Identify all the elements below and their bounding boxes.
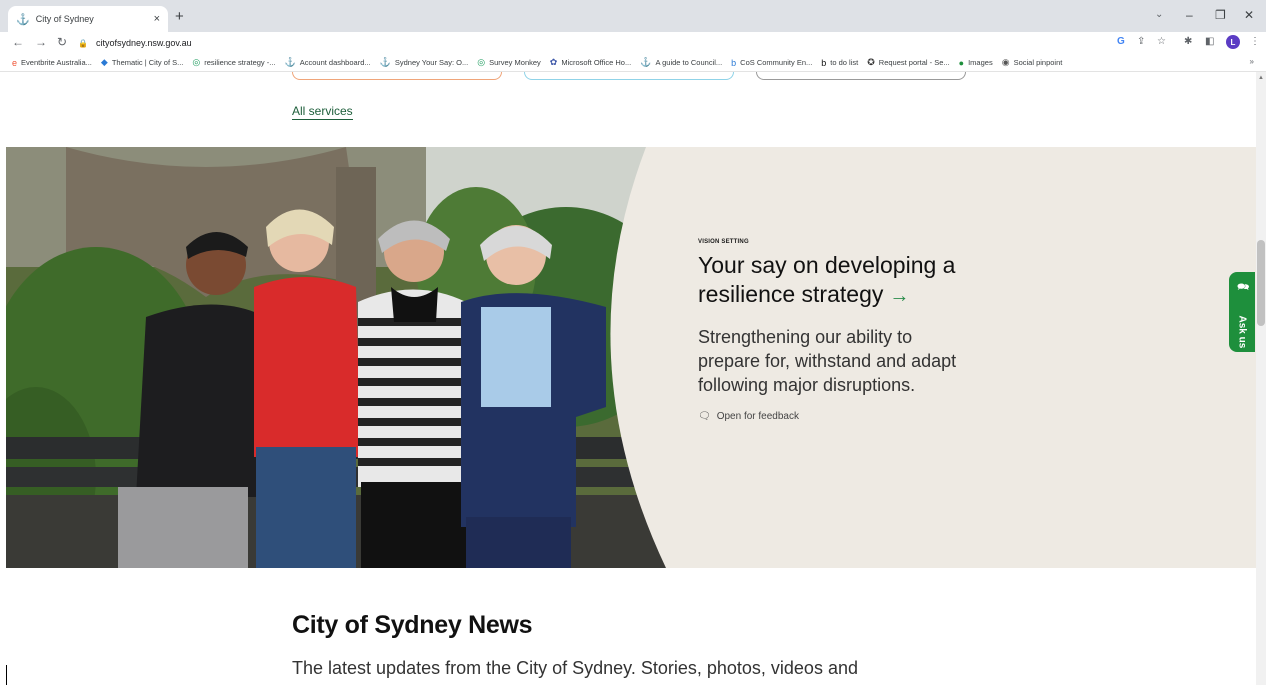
service-card[interactable] — [756, 72, 966, 80]
bookmark-item[interactable]: ◉ Social pinpoint — [1002, 57, 1063, 68]
address-bar[interactable]: 🔒 cityofsydney.nsw.gov.au — [78, 34, 1103, 52]
bookmark-item[interactable]: ⚓ A guide to Council... — [640, 57, 722, 68]
browser-tab[interactable]: ⚓ City of Sydney × — [8, 6, 168, 32]
lock-icon: 🔒 — [78, 38, 88, 48]
all-services-link[interactable]: All services — [292, 104, 353, 120]
hero-photo — [6, 147, 686, 568]
share-icon[interactable]: ⇪ — [1137, 36, 1145, 47]
star-icon[interactable]: ☆ — [1157, 36, 1166, 47]
hero-description: Strengthening our ability to prepare for… — [698, 327, 957, 395]
ask-us-label: Ask us — [1236, 315, 1248, 349]
bookmark-label: to do list — [830, 58, 859, 67]
anchor-icon: ⚓ — [640, 57, 652, 67]
bookmark-label: Social pinpoint — [1013, 58, 1063, 67]
bookmark-label: Survey Monkey — [489, 58, 541, 67]
feedback-status-label: Open for feedback — [716, 411, 799, 422]
hero-banner[interactable]: VISION SETTING Your say on developing a … — [6, 147, 1256, 568]
survey-icon: ◎ — [192, 57, 201, 67]
hero-title[interactable]: Your say on developing a resilience stra… — [698, 252, 955, 307]
thematic-icon: ◆ — [100, 57, 108, 67]
reload-icon[interactable]: ↻ — [57, 35, 67, 49]
bookmark-item[interactable]: ✪ Request portal - Se... — [867, 57, 949, 68]
bookmark-item[interactable]: b CoS Community En... — [731, 58, 812, 68]
award-icon: ✪ — [867, 57, 875, 67]
new-tab-button[interactable]: + — [175, 8, 184, 25]
text-cursor — [6, 665, 7, 685]
bookmark-item[interactable]: ◎ Survey Monkey — [477, 57, 541, 68]
bookmark-label: CoS Community En... — [740, 58, 813, 67]
menu-icon[interactable]: ⋮ — [1250, 36, 1260, 47]
restore-icon[interactable]: ❐ — [1215, 8, 1226, 22]
bookmark-item[interactable]: ⚓ Sydney Your Say: O... — [380, 57, 469, 68]
news-section-description: The latest updates from the City of Sydn… — [292, 658, 858, 678]
bookmark-item[interactable]: ◆ Thematic | City of S... — [101, 57, 183, 68]
bookmark-item[interactable]: ✿ Microsoft Office Ho... — [550, 57, 631, 68]
bookmark-item[interactable]: b to do list — [821, 58, 858, 68]
bookmark-label: Request portal - Se... — [878, 58, 950, 67]
bookmark-label: Account dashboard... — [299, 58, 371, 67]
bookmarks-overflow-icon[interactable]: » — [1250, 57, 1254, 66]
bookmark-item[interactable]: ◎ resilience strategy -... — [192, 57, 275, 68]
chat-icon: 🗪 — [1237, 282, 1250, 293]
bookmark-label: A guide to Council... — [655, 58, 723, 67]
bookmark-item[interactable]: ⚓ Account dashboard... — [285, 57, 371, 68]
bookmarks-bar: e Eventbrite Australia... ◆ Thematic | City… — [0, 54, 1266, 72]
tab-search-icon[interactable]: ⌄ — [1155, 9, 1163, 20]
google-icon[interactable]: G — [1117, 36, 1125, 47]
scrollbar-thumb[interactable] — [1257, 240, 1265, 326]
bookmark-label: Eventbrite Australia... — [21, 58, 92, 67]
hero-content: VISION SETTING Your say on developing a … — [698, 239, 1018, 422]
bookmark-item[interactable]: e Eventbrite Australia... — [12, 58, 92, 68]
scrollbar[interactable]: ▲ — [1256, 72, 1266, 685]
hero-title-link[interactable]: Your say on developing a resilience stra… — [698, 251, 1018, 311]
anchor-icon: ⚓ — [379, 57, 391, 67]
office-icon: ✿ — [549, 57, 558, 67]
comment-icon: 🗨 — [698, 411, 711, 422]
ask-us-button[interactable]: 🗪 Ask us — [1229, 272, 1255, 352]
b-icon: b — [821, 57, 827, 68]
bookmark-label: Sydney Your Say: O... — [394, 58, 469, 67]
browser-toolbar: ← → ↻ 🔒 cityofsydney.nsw.gov.au G ⇪ ☆ ✱ … — [0, 32, 1266, 54]
b-icon: b — [731, 57, 737, 68]
bookmark-item[interactable]: ● Images — [959, 58, 993, 68]
forward-icon[interactable]: → — [35, 35, 47, 49]
close-tab-icon[interactable]: × — [154, 13, 160, 25]
eventbrite-icon: e — [12, 57, 18, 68]
minimize-icon[interactable]: – — [1186, 8, 1193, 22]
news-section-title: City of Sydney News — [292, 611, 533, 639]
anchor-icon: ⚓ — [284, 57, 296, 67]
feedback-status: 🗨 Open for feedback — [698, 411, 1018, 422]
bookmark-label: Thematic | City of S... — [111, 58, 184, 67]
images-icon: ● — [958, 57, 965, 68]
survey-icon: ◎ — [477, 57, 486, 67]
extensions-icon[interactable]: ✱ — [1184, 36, 1192, 47]
bookmark-label: Images — [968, 58, 993, 67]
anchor-icon: ⚓ — [16, 13, 30, 26]
tab-strip: ⚓ City of Sydney × + ⌄ – ❐ ✕ — [0, 0, 1266, 32]
window-close-icon[interactable]: ✕ — [1244, 8, 1254, 22]
tab-title: City of Sydney — [35, 14, 94, 24]
profile-avatar[interactable]: L — [1226, 35, 1240, 49]
scroll-up-icon[interactable]: ▲ — [1258, 75, 1264, 81]
bookmark-label: Microsoft Office Ho... — [561, 58, 632, 67]
service-card[interactable] — [524, 72, 734, 80]
url-text: cityofsydney.nsw.gov.au — [95, 38, 192, 48]
hero-eyebrow: VISION SETTING — [698, 239, 749, 245]
service-card[interactable] — [292, 72, 502, 80]
page-viewport: All services VISION SETTING Your say on … — [0, 72, 1256, 685]
bookmark-label: resilience strategy -... — [204, 58, 276, 67]
back-icon[interactable]: ← — [12, 35, 24, 49]
pin-icon: ◉ — [1001, 57, 1010, 67]
arrow-right-icon[interactable]: → — [889, 285, 909, 307]
side-panel-icon[interactable]: ◧ — [1205, 36, 1214, 47]
